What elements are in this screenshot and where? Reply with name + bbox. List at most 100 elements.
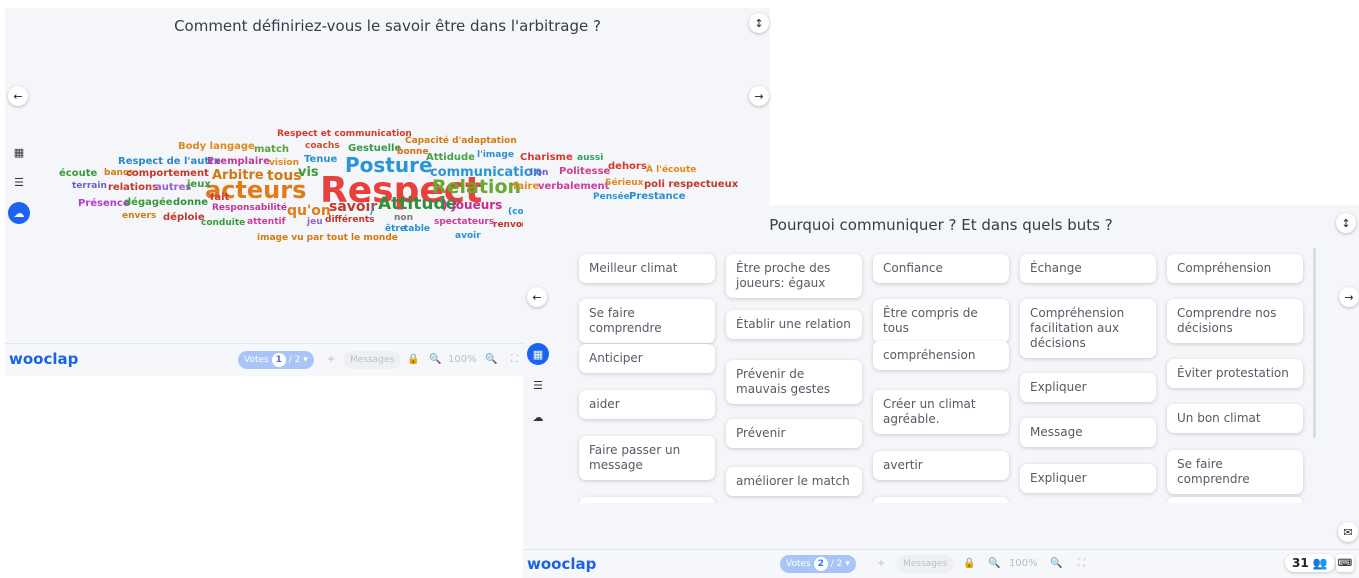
votes-selector[interactable]: Votes 2 / 2 ▾ [780,555,856,573]
zoom-out-icon[interactable]: 🔍 [429,354,441,365]
answer-card[interactable]: Confiance [873,254,1009,283]
cloud-word: attentif [247,217,286,227]
answer-card[interactable]: aider [579,390,715,419]
cloud-word: Politesse [559,166,611,177]
cloud-word: coachs [305,141,340,151]
lock-icon[interactable]: 🔒 [407,354,419,365]
answer-card[interactable]: avertir [873,451,1009,480]
answer-card[interactable]: Anticiper [579,344,715,373]
votes-total: / 2 ▾ [288,355,308,365]
cloud-word: communication [430,165,543,180]
votes-label: Votes [786,559,811,569]
answer-card[interactable]: Être proche des joueurs: égaux [726,254,862,298]
answer-card[interactable]: Prévenir [726,419,862,448]
answer-card[interactable]: Compréhension facilitation aux décisions [1020,299,1156,358]
people-icon: 👥 [1312,556,1328,570]
zoom-in-icon[interactable]: 🔍 [485,354,497,365]
participants-counter[interactable]: 31 👥 [1285,554,1335,572]
cloud-word: fait [210,192,230,203]
fullscreen-icon[interactable]: ⛶ [511,354,518,365]
cloud-word: À l'écoute [646,165,697,175]
cloud-word: Exemplaire [207,156,270,167]
cloud-word: Attidude [426,152,475,163]
cloud-word: Body langage [178,141,255,152]
messages-button[interactable]: Messages [343,351,402,369]
fullscreen-icon[interactable]: ⛶ [1078,558,1085,569]
cloud-word: verbalement [538,181,610,192]
cloud-word: différents [325,215,375,225]
cloud-word: jeux [187,179,211,190]
answer-card[interactable]: Message [1020,418,1156,447]
cloud-word: Gestuelle [348,143,402,154]
cloud-word: tous [267,168,302,184]
cloud-word: table [404,224,431,234]
cloud-word: poli respectueux [644,179,739,190]
answer-card[interactable]: Expliquer [1020,464,1156,493]
cloud-word: terrain [72,181,107,191]
cloud-word: avoir [455,231,481,241]
cloud-word: déploie [163,212,205,223]
cloud-word: Respect de l'autre [118,156,221,167]
answer-grid: Meilleur climat Se faire comprendre Antici… [523,205,1359,503]
answer-card[interactable] [579,497,715,503]
bottom-toolbar: wooclap Votes 2 / 2 ▾ + Messages 🔒 🔍 100… [523,549,1359,578]
answer-card[interactable]: Éviter protestation [1167,359,1303,388]
cloud-word: Posture [345,153,433,177]
cloud-word: l'on [530,168,549,178]
answer-card[interactable]: Un bon climat [1167,404,1303,433]
answer-card[interactable]: Établir une relation [726,310,862,339]
cloud-word: spectateurs [434,217,495,227]
cloud-word: envers [122,211,157,221]
cloud-word: Prestance [629,191,686,202]
wooclap-logo: wooclap [9,350,79,368]
answer-card[interactable]: Se faire comprendre [1167,450,1303,494]
cloud-word: image vu par tout le monde [257,233,398,243]
add-button[interactable]: + [877,558,885,569]
votes-total: / 2 ▾ [830,559,850,569]
answer-card[interactable]: Échange [1020,254,1156,283]
cloud-word: vision [269,158,299,168]
cloud-word: vis [298,165,319,180]
answer-card[interactable]: Comprendre nos décisions [1167,299,1303,343]
keyboard-icon[interactable]: ⌨ [1336,554,1354,572]
answer-card[interactable]: compréhension [873,341,1009,370]
messages-button[interactable]: Messages [896,555,955,573]
cloud-word: Sérieux [605,178,644,188]
cloud-word: match [254,144,289,155]
cloud-word: dégagée [124,197,173,208]
zoom-out-icon[interactable]: 🔍 [988,558,1000,569]
message-icon[interactable]: ✉ [1338,522,1358,542]
answer-card[interactable]: Compréhension [1167,254,1303,283]
cloud-word: Respect et communication [277,129,412,139]
cloud-word: Pensée [593,192,630,202]
cloud-word: aussi [577,153,604,163]
answer-card[interactable] [1167,497,1303,503]
cloud-word: Présence [78,198,130,209]
cloud-word: Capacité d'adaptation [405,136,517,146]
zoom-in-icon[interactable]: 🔍 [1050,558,1062,569]
votes-selector[interactable]: Votes 1 / 2 ▾ [238,351,314,369]
answer-card[interactable] [873,497,1009,503]
add-button[interactable]: + [327,354,335,365]
cloud-word: non [394,213,413,223]
answer-card[interactable]: améliorer le match [726,467,862,496]
cloud-word: ) joueurs [442,198,503,212]
cloud-word: bonne [397,147,429,157]
cloud-word: écoute [59,168,98,179]
answer-card[interactable]: Être compris de tous [873,299,1009,343]
answer-card[interactable]: Meilleur climat [579,254,715,283]
cloud-word: conduite [201,218,246,228]
answer-card[interactable]: Faire passer un message [579,436,715,480]
scrollbar[interactable] [1313,248,1316,438]
answers-panel: Pourquoi communiquer ? Et dans quels but… [523,205,1359,578]
participants-count: 31 [1292,556,1309,570]
answer-card[interactable]: Se faire comprendre [579,299,715,343]
zoom-level: 100% [448,354,477,365]
cloud-word: Tenue [304,154,338,165]
answer-card[interactable]: Créer un climat agréable. [873,390,1009,434]
cloud-word: comportement [126,168,209,179]
answer-card[interactable]: Expliquer [1020,373,1156,402]
lock-icon[interactable]: 🔒 [963,558,975,569]
cloud-word: autres [155,182,192,193]
answer-card[interactable]: Prévenir de mauvais gestes [726,360,862,404]
